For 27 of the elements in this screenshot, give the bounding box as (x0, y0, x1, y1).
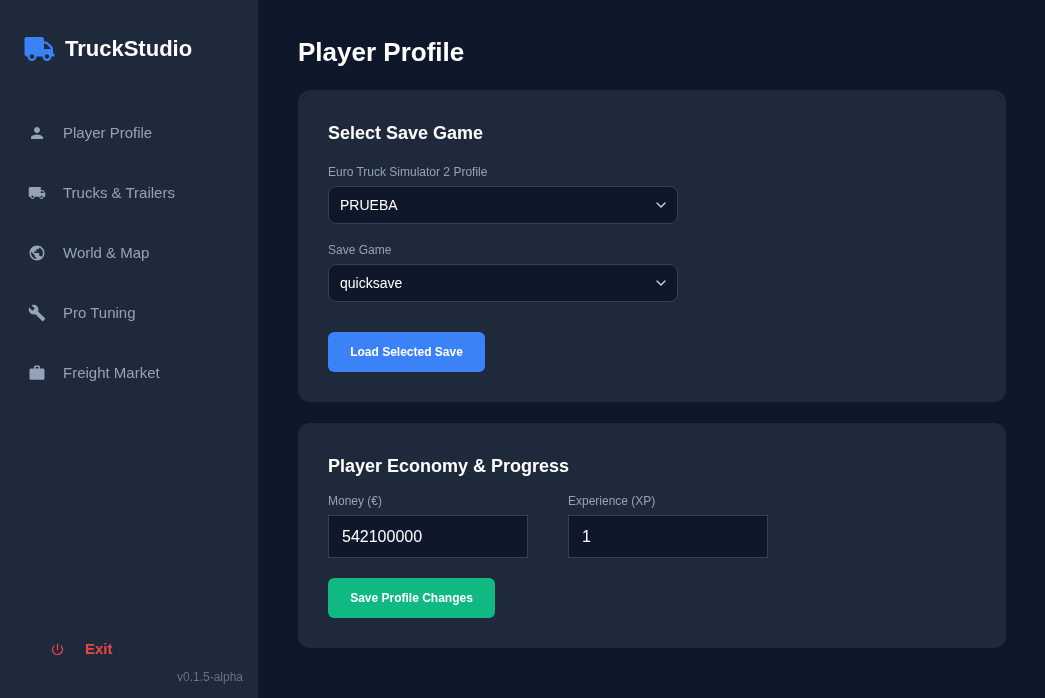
nav-item[interactable]: Player Profile (12, 109, 246, 157)
person-icon (28, 124, 46, 142)
field-label: Euro Truck Simulator 2 Profile (328, 164, 489, 180)
card-title: Player Economy & Progress (328, 455, 571, 477)
card-title: Select Save Game (328, 122, 485, 144)
dropdown-select[interactable]: PRUEBA (328, 186, 678, 224)
nav-item[interactable]: World & Map (12, 229, 246, 277)
globe-icon (28, 244, 46, 262)
field-label: Save Game (328, 242, 393, 258)
number-input[interactable]: 542100000 (328, 515, 528, 558)
number-input[interactable]: 1 (568, 515, 768, 558)
exit-button[interactable]: Exit (50, 634, 113, 664)
app-name: TruckStudio (65, 38, 193, 60)
nav-item[interactable]: Pro Tuning (12, 289, 246, 337)
load-save-button[interactable]: Load Selected Save (328, 332, 485, 372)
version-label: v0.1.5-alpha (176, 669, 243, 686)
briefcase-icon (28, 364, 46, 382)
dropdown-select[interactable]: quicksave (328, 264, 678, 302)
power-icon (50, 641, 65, 657)
field-label: Money (€) (328, 493, 384, 509)
page-title: Player Profile (298, 36, 466, 68)
truck-logo-icon (24, 37, 55, 61)
nav-item[interactable]: Freight Market (12, 349, 246, 397)
truck-icon (28, 184, 46, 202)
field-label: Experience (XP) (568, 493, 657, 509)
wrench-icon (28, 304, 46, 322)
nav-item[interactable]: Trucks & Trailers (12, 169, 246, 217)
